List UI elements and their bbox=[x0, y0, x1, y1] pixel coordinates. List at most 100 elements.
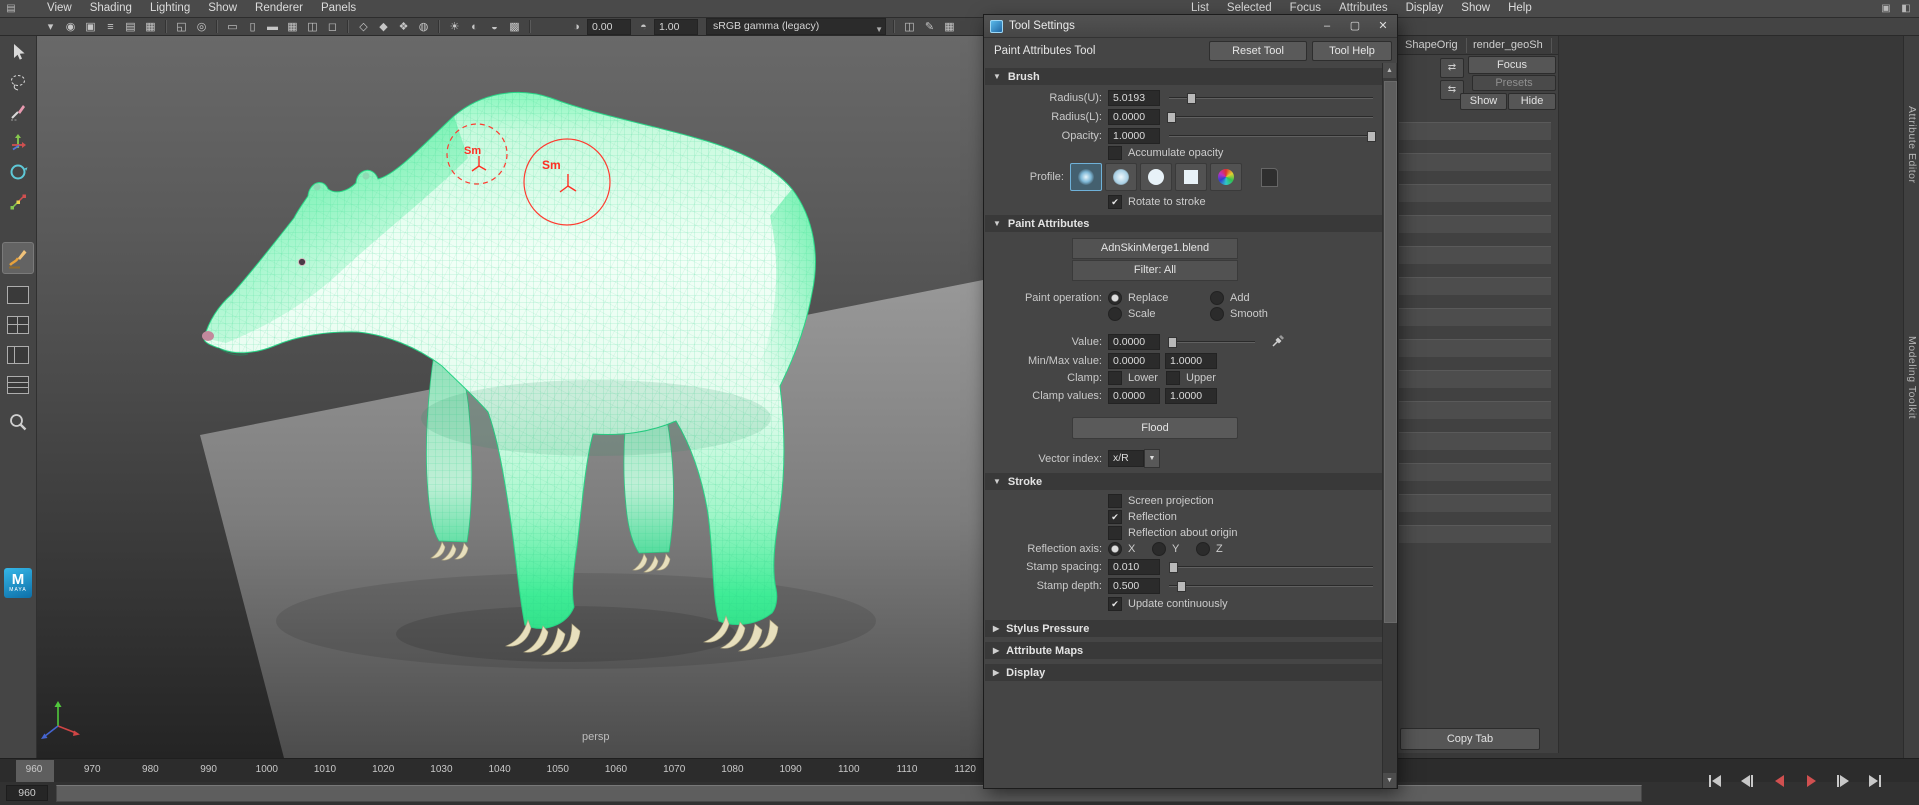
section-header-attribute-maps[interactable]: ▶ Attribute Maps bbox=[985, 642, 1382, 659]
maximize-icon[interactable]: ▢ bbox=[1341, 15, 1369, 37]
stamp-spacing-field[interactable]: 0.010 bbox=[1108, 559, 1160, 575]
screen-projection-checkbox[interactable] bbox=[1108, 494, 1122, 508]
brush-profile-square-icon[interactable] bbox=[1175, 163, 1207, 191]
show-button[interactable]: Show bbox=[1460, 93, 1507, 110]
shaded-display-icon[interactable]: ◆ bbox=[375, 19, 392, 35]
reflection-axis-y-radio[interactable] bbox=[1152, 542, 1166, 556]
flood-button[interactable]: Flood bbox=[1072, 417, 1238, 439]
panel-layout-icon[interactable]: ▣ bbox=[1879, 2, 1893, 15]
layout-four-pane-icon[interactable] bbox=[7, 316, 29, 334]
ae-section-bar[interactable] bbox=[1399, 308, 1551, 326]
paint-op-replace-radio[interactable] bbox=[1108, 291, 1122, 305]
filter-button[interactable]: Filter: All bbox=[1072, 260, 1238, 281]
panel-menu-icon[interactable]: ▤ bbox=[4, 2, 18, 15]
screen-space-ao-icon[interactable]: ◒ bbox=[486, 19, 503, 35]
scale-tool-icon[interactable] bbox=[4, 188, 32, 216]
radius-u-slider[interactable] bbox=[1169, 90, 1373, 105]
brush-profile-solid-icon[interactable] bbox=[1140, 163, 1172, 191]
time-slider[interactable]: 9609709809901000101010201030104010501060… bbox=[0, 758, 1919, 783]
max-value-field[interactable]: 1.0000 bbox=[1165, 353, 1217, 369]
resolution-gate-icon[interactable]: ▯ bbox=[244, 19, 261, 35]
ae-section-bar[interactable] bbox=[1399, 339, 1551, 357]
ae-tab-render-geosh[interactable]: render_geoSh bbox=[1465, 38, 1552, 53]
stamp-depth-slider[interactable] bbox=[1169, 578, 1373, 593]
radius-l-field[interactable]: 0.0000 bbox=[1108, 109, 1160, 125]
tool-settings-titlebar[interactable]: Tool Settings – ▢ ✕ bbox=[984, 15, 1397, 38]
lasso-tool-icon[interactable] bbox=[4, 68, 32, 96]
clamp-max-field[interactable]: 1.0000 bbox=[1165, 388, 1217, 404]
lighting-icon[interactable]: ☀ bbox=[446, 19, 463, 35]
default-material-icon[interactable]: ◍ bbox=[415, 19, 432, 35]
ae-section-bar[interactable] bbox=[1399, 494, 1551, 512]
layout-persp-graph-icon[interactable] bbox=[7, 376, 29, 394]
accumulate-opacity-checkbox[interactable] bbox=[1108, 146, 1122, 160]
gate-mask-icon[interactable]: ▬ bbox=[264, 19, 281, 35]
vector-index-dropdown[interactable]: x/R ▼ bbox=[1108, 449, 1160, 468]
field-chart-icon[interactable]: ▦ bbox=[284, 19, 301, 35]
reflection-checkbox[interactable] bbox=[1108, 510, 1122, 524]
radius-l-slider[interactable] bbox=[1169, 109, 1373, 124]
ae-tab-shapeorig[interactable]: ShapeOrig bbox=[1397, 38, 1467, 53]
go-to-end-button[interactable] bbox=[1862, 770, 1888, 792]
step-forward-button[interactable] bbox=[1830, 770, 1856, 792]
ae-section-bar[interactable] bbox=[1399, 215, 1551, 233]
anti-aliasing-icon[interactable]: ▩ bbox=[506, 19, 523, 35]
ae-section-bar[interactable] bbox=[1399, 463, 1551, 481]
brush-profile-soft-icon[interactable] bbox=[1105, 163, 1137, 191]
show-attributes-icon[interactable]: ⇄ bbox=[1440, 58, 1464, 78]
side-tab-attribute-editor[interactable]: Attribute Editor bbox=[1906, 106, 1918, 183]
menu-item[interactable]: Help bbox=[1499, 0, 1541, 17]
wireframe-display-icon[interactable]: ◇ bbox=[355, 19, 372, 35]
focus-button[interactable]: Focus bbox=[1468, 56, 1556, 74]
section-header-stroke[interactable]: ▼ Stroke bbox=[985, 473, 1382, 490]
ae-section-bar[interactable] bbox=[1399, 277, 1551, 295]
step-back-button[interactable] bbox=[1734, 770, 1760, 792]
value-slider[interactable] bbox=[1169, 334, 1255, 349]
section-header-stylus-pressure[interactable]: ▶ Stylus Pressure bbox=[985, 620, 1382, 637]
section-header-paint-attributes[interactable]: ▼ Paint Attributes bbox=[985, 215, 1382, 232]
lock-camera-icon[interactable]: ▣ bbox=[82, 19, 99, 35]
paint-op-add-radio[interactable] bbox=[1210, 291, 1224, 305]
film-gate-icon[interactable]: ▭ bbox=[224, 19, 241, 35]
ae-section-bar[interactable] bbox=[1399, 246, 1551, 264]
grease-pencil-icon[interactable]: ✎ bbox=[921, 19, 938, 35]
brush-profile-gaussian-icon[interactable] bbox=[1070, 163, 1102, 191]
hide-button[interactable]: Hide bbox=[1508, 93, 1556, 110]
eyedropper-icon[interactable] bbox=[1271, 333, 1286, 351]
value-field[interactable]: 0.0000 bbox=[1108, 334, 1160, 350]
clamp-lower-checkbox[interactable] bbox=[1108, 371, 1122, 385]
view-transform-dropdown[interactable]: sRGB gamma (legacy) ▼ bbox=[706, 18, 886, 35]
browse-profile-icon[interactable] bbox=[1253, 163, 1285, 191]
minimize-icon[interactable]: – bbox=[1313, 15, 1341, 37]
scrollbar-thumb[interactable] bbox=[1384, 81, 1397, 623]
ae-section-bar[interactable] bbox=[1399, 525, 1551, 543]
reflection-axis-x-radio[interactable] bbox=[1108, 542, 1122, 556]
clamp-upper-checkbox[interactable] bbox=[1166, 371, 1180, 385]
paint-op-smooth-radio[interactable] bbox=[1210, 307, 1224, 321]
scrollbar[interactable]: ▲ ▼ bbox=[1382, 63, 1397, 788]
isolate-select-icon[interactable]: ◫ bbox=[901, 19, 918, 35]
exposure-icon[interactable]: ◑ bbox=[568, 21, 585, 33]
ae-section-bar[interactable] bbox=[1399, 122, 1551, 140]
menu-item[interactable]: Display bbox=[1397, 0, 1453, 17]
scroll-up-icon[interactable]: ▲ bbox=[1383, 63, 1396, 78]
exposure-field[interactable]: 0.00 bbox=[587, 19, 631, 35]
textured-display-icon[interactable]: ❖ bbox=[395, 19, 412, 35]
magnifier-icon[interactable] bbox=[4, 408, 32, 436]
camera-attributes-icon[interactable]: ≡ bbox=[102, 19, 119, 35]
pin-panel-icon[interactable]: ◧ bbox=[1899, 2, 1913, 15]
range-slider[interactable]: 960 bbox=[0, 782, 1919, 805]
layout-single-pane-icon[interactable] bbox=[7, 286, 29, 304]
copy-tab-button[interactable]: Copy Tab bbox=[1400, 728, 1540, 750]
viewport[interactable]: Sm Sm persp bbox=[36, 36, 983, 758]
current-tool-paint-attributes-icon[interactable] bbox=[2, 242, 34, 274]
menu-item[interactable]: Shading bbox=[81, 0, 141, 17]
section-header-brush[interactable]: ▼ Brush bbox=[985, 68, 1382, 85]
ae-section-bar[interactable] bbox=[1399, 184, 1551, 202]
go-to-start-button[interactable] bbox=[1702, 770, 1728, 792]
bookmarks-icon[interactable]: ▤ bbox=[122, 19, 139, 35]
gamma-icon[interactable]: ◓ bbox=[635, 21, 652, 33]
rotate-to-stroke-checkbox[interactable] bbox=[1108, 195, 1122, 209]
safe-action-icon[interactable]: ◫ bbox=[304, 19, 321, 35]
previous-key-button[interactable] bbox=[1766, 770, 1792, 792]
